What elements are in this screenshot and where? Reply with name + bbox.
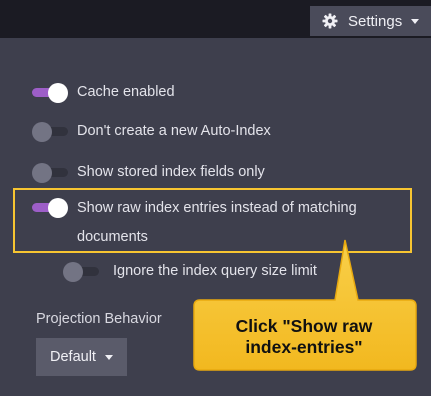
stored-fields-only-label: Show stored index fields only — [77, 164, 265, 180]
highlight-box — [13, 188, 412, 253]
callout-line2: index-entries" — [245, 337, 363, 357]
projection-behavior-label: Projection Behavior — [36, 311, 162, 327]
chevron-down-icon — [104, 354, 113, 360]
projection-selected-value: Default — [50, 349, 96, 365]
option-no-auto-index[interactable]: Don't create a new Auto-Index — [32, 117, 271, 146]
callout-text: Click "Show raw index-entries" — [196, 308, 412, 366]
projection-dropdown[interactable]: Default — [36, 338, 127, 376]
settings-button[interactable]: Settings — [310, 6, 431, 36]
no-auto-index-toggle[interactable] — [32, 121, 68, 142]
cache-enabled-label: Cache enabled — [77, 84, 175, 100]
option-ignore-size-limit[interactable]: Ignore the index query size limit — [63, 257, 317, 286]
ignore-size-limit-toggle[interactable] — [63, 261, 99, 282]
gear-icon — [322, 13, 338, 29]
callout-line1: Click "Show raw — [235, 316, 373, 336]
cache-enabled-toggle[interactable] — [32, 82, 68, 103]
option-stored-fields-only[interactable]: Show stored index fields only — [32, 158, 265, 187]
option-cache-enabled[interactable]: Cache enabled — [32, 78, 175, 107]
top-bar: Settings — [0, 0, 431, 38]
chevron-down-icon — [411, 18, 420, 24]
stored-fields-only-toggle[interactable] — [32, 162, 68, 183]
no-auto-index-label: Don't create a new Auto-Index — [77, 123, 271, 139]
ignore-size-limit-label: Ignore the index query size limit — [113, 263, 317, 279]
settings-label: Settings — [348, 12, 403, 30]
